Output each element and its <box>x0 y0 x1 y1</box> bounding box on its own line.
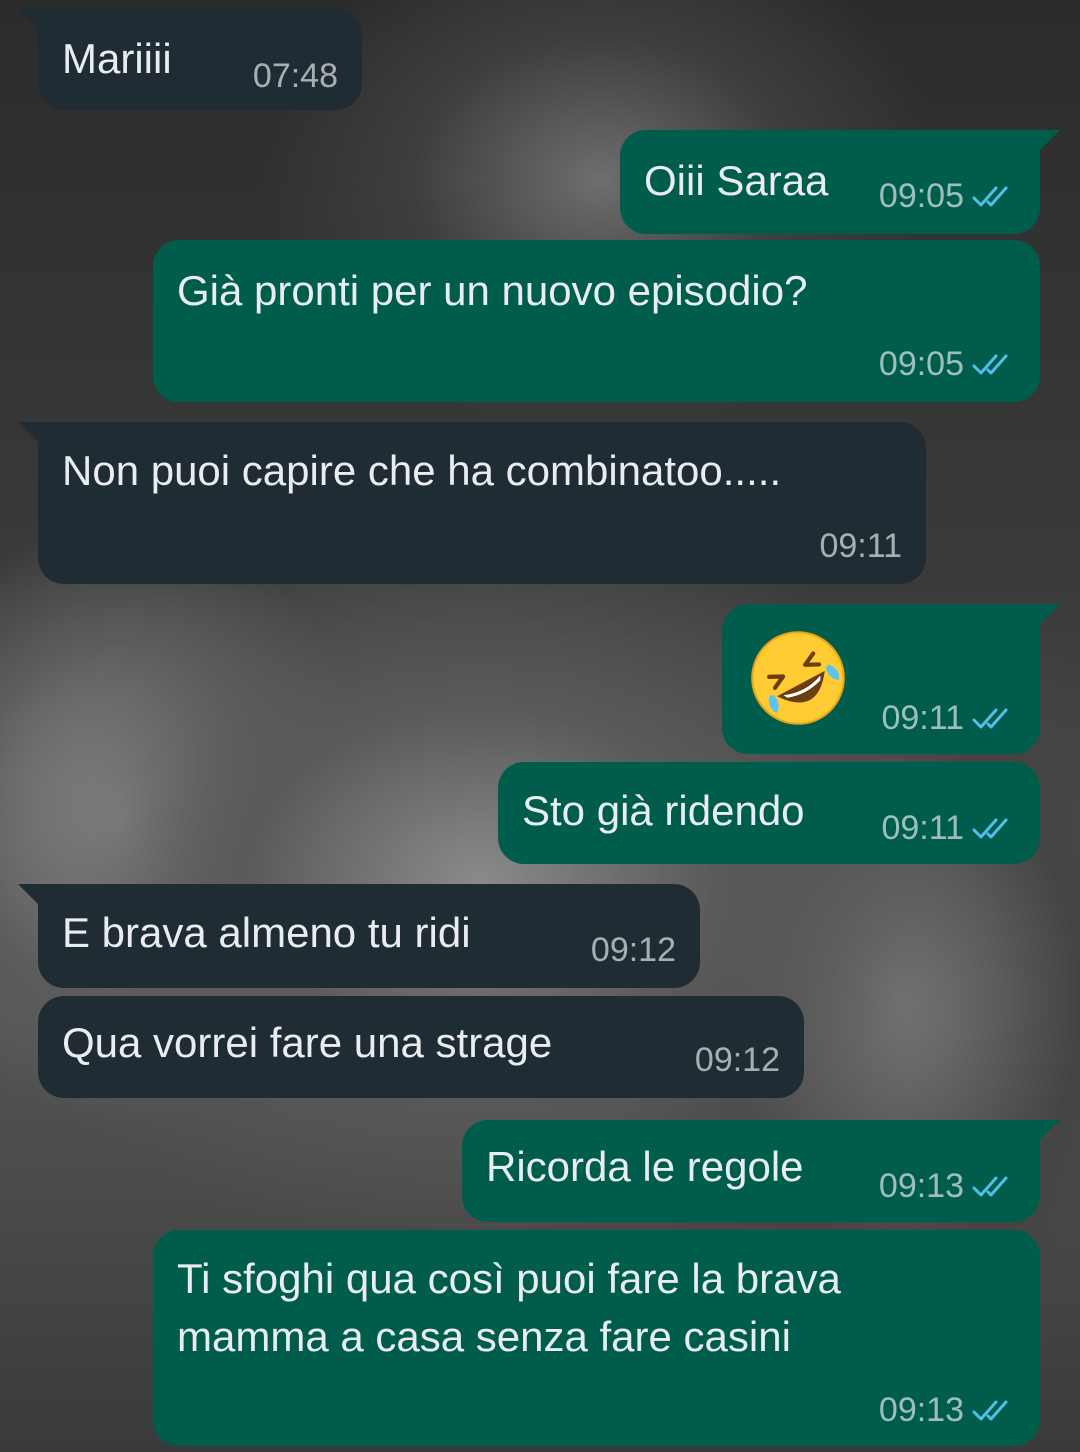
message-meta: 09:05 <box>879 344 1016 384</box>
message-incoming[interactable]: E brava almeno tu ridi 09:12 <box>18 884 700 988</box>
message-meta: 09:11 <box>881 698 1016 738</box>
message-meta: 09:05 <box>879 176 1016 216</box>
message-time: 09:05 <box>878 177 964 215</box>
message-text: Oiii Saraa <box>644 157 829 204</box>
message-meta: 09:11 <box>819 526 902 566</box>
message-text-line: mamma a casa senza fare casini <box>177 1313 791 1360</box>
rolling-on-the-floor-laughing-emoji <box>751 631 845 725</box>
message-meta: 09:13 <box>879 1390 1016 1430</box>
message-text: Mariiii <box>62 35 172 82</box>
message-outgoing[interactable]: Sto già ridendo 09:11 <box>498 762 1040 864</box>
message-text-line: Ti sfoghi qua così puoi fare la brava <box>177 1255 841 1302</box>
message-meta: 09:12 <box>591 930 676 970</box>
message-text: Sto già ridendo <box>522 787 805 834</box>
message-text: E brava almeno tu ridi <box>62 909 471 956</box>
message-meta: 09:11 <box>881 808 1016 848</box>
double-check-icon <box>972 354 1008 375</box>
message-meta: 09:13 <box>879 1166 1016 1206</box>
message-time: 09:11 <box>819 527 902 565</box>
message-time: 09:12 <box>694 1041 780 1079</box>
message-meta: 07:48 <box>253 56 338 96</box>
message-time: 09:13 <box>878 1391 964 1429</box>
message-text: Qua vorrei fare una strage <box>62 1019 553 1066</box>
message-outgoing-emoji[interactable]: 09:11 <box>722 604 1060 754</box>
message-time: 07:48 <box>252 57 338 95</box>
message-incoming[interactable]: Qua vorrei fare una strage 09:12 <box>38 996 804 1098</box>
message-incoming[interactable]: Mariiii 07:48 <box>18 8 362 110</box>
message-outgoing[interactable]: Già pronti per un nuovo episodio? 09:05 <box>153 240 1040 402</box>
double-check-icon <box>972 1400 1008 1421</box>
message-outgoing[interactable]: Ti sfoghi qua così puoi fare la brava ma… <box>153 1230 1040 1446</box>
double-check-icon <box>972 708 1008 729</box>
chat-background: Mariiii 07:48 Oiii Saraa 09:05 Già pront… <box>0 0 1080 1452</box>
message-time: 09:11 <box>881 699 964 737</box>
message-text: Ricorda le regole <box>486 1143 804 1190</box>
message-outgoing[interactable]: Oiii Saraa 09:05 <box>620 130 1060 234</box>
message-outgoing[interactable]: Ricorda le regole 09:13 <box>462 1120 1060 1222</box>
message-text: Non puoi capire che ha combinatoo..... <box>62 447 782 494</box>
message-time: 09:05 <box>878 345 964 383</box>
message-meta: 09:12 <box>695 1040 780 1080</box>
double-check-icon <box>972 1176 1008 1197</box>
message-time: 09:11 <box>881 809 964 847</box>
double-check-icon <box>972 186 1008 207</box>
message-time: 09:12 <box>590 931 676 969</box>
message-text: Già pronti per un nuovo episodio? <box>177 267 808 314</box>
message-incoming[interactable]: Non puoi capire che ha combinatoo..... 0… <box>18 422 926 584</box>
message-time: 09:13 <box>878 1167 964 1205</box>
double-check-icon <box>972 818 1008 839</box>
